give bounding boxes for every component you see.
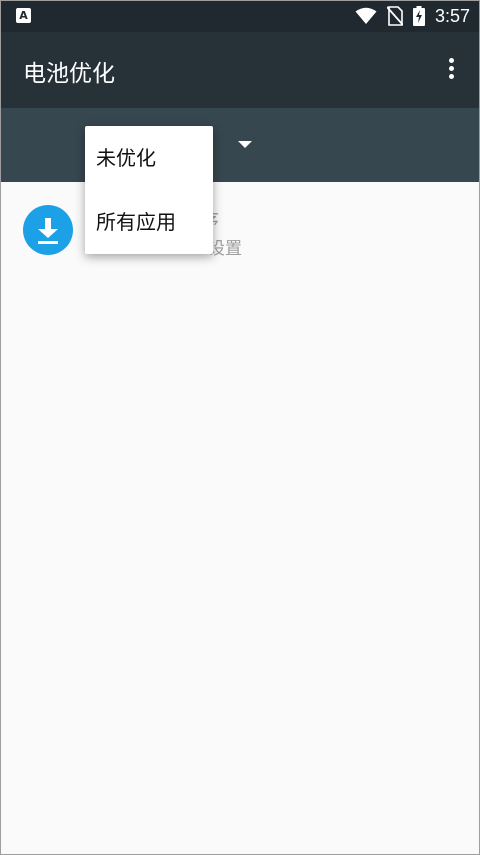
list-item[interactable]: 序 设置 <box>0 182 480 278</box>
wifi-icon <box>355 7 377 24</box>
menu-item-not-optimized[interactable]: 未优化 <box>85 126 213 190</box>
filter-bar[interactable] <box>0 108 480 182</box>
notification-a-icon: A <box>16 8 31 23</box>
battery-charging-icon <box>412 6 425 26</box>
status-bar: A 3:57 <box>0 0 480 32</box>
dropdown-arrow-icon[interactable] <box>238 141 252 148</box>
menu-item-all-apps[interactable]: 所有应用 <box>85 190 213 254</box>
no-sim-icon <box>386 6 403 26</box>
status-time: 3:57 <box>434 5 470 26</box>
app-list: 序 设置 <box>0 182 480 855</box>
download-icon <box>23 205 73 255</box>
filter-popup-menu: 未优化 所有应用 <box>85 126 213 254</box>
app-status: 设置 <box>208 239 242 259</box>
more-vert-icon[interactable] <box>436 54 466 86</box>
app-bar: 电池优化 <box>0 32 480 108</box>
page-title: 电池优化 <box>23 61 115 87</box>
